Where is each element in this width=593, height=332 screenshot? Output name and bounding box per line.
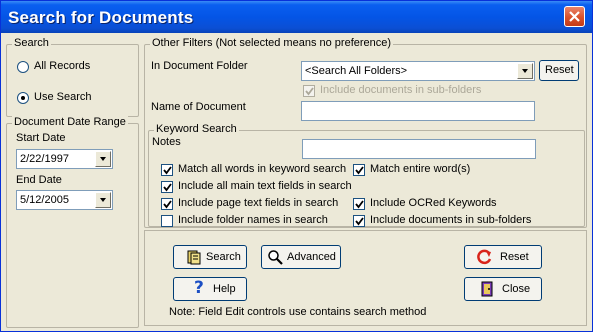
folder-value: <Search All Folders> bbox=[305, 65, 408, 77]
close-icon bbox=[569, 11, 580, 22]
window-title: Search for Documents bbox=[8, 8, 194, 27]
chevron-down-icon[interactable] bbox=[517, 63, 533, 79]
include-main-text-label[interactable]: Include all main text fields in search bbox=[178, 180, 352, 192]
start-date-label: Start Date bbox=[16, 132, 66, 144]
folder-reset-button[interactable]: Reset bbox=[539, 60, 579, 81]
chevron-down-icon[interactable] bbox=[95, 192, 111, 208]
title-bar[interactable]: Search for Documents bbox=[1, 1, 592, 33]
other-filters-group: Other Filters (Not selected means no pre… bbox=[144, 37, 587, 228]
check-icon bbox=[355, 217, 364, 226]
start-date-picker[interactable]: 2/22/1997 bbox=[16, 149, 113, 169]
search-group-legend: Search bbox=[12, 37, 51, 49]
close-window-button[interactable] bbox=[564, 6, 585, 27]
match-entire-word-label[interactable]: Match entire word(s) bbox=[370, 163, 470, 175]
start-date-value: 2/22/1997 bbox=[20, 153, 69, 165]
date-range-legend: Document Date Range bbox=[12, 116, 128, 128]
include-subfolders-label[interactable]: Include documents in sub-folders bbox=[370, 214, 531, 226]
search-icon bbox=[187, 250, 201, 265]
keyword-search-group: Keyword Search Notes Match all words in … bbox=[148, 123, 585, 227]
include-folder-names-checkbox[interactable] bbox=[161, 215, 173, 227]
search-button[interactable]: Search bbox=[173, 245, 247, 269]
check-icon bbox=[355, 200, 364, 209]
include-folder-names-label[interactable]: Include folder names in search bbox=[178, 214, 328, 226]
check-icon bbox=[163, 200, 172, 209]
chevron-down-icon[interactable] bbox=[95, 151, 111, 167]
magnifier-icon bbox=[268, 250, 283, 265]
include-ocr-keywords-checkbox[interactable] bbox=[353, 198, 365, 210]
end-date-value: 5/12/2005 bbox=[20, 194, 69, 206]
search-group: Search All Records Use Search bbox=[6, 37, 139, 117]
keyword-search-legend: Keyword Search bbox=[154, 123, 239, 135]
include-main-text-checkbox[interactable] bbox=[161, 181, 173, 193]
check-icon bbox=[305, 87, 314, 96]
help-button[interactable]: ? Help bbox=[173, 277, 247, 301]
include-subfolders-checkbox[interactable] bbox=[353, 215, 365, 227]
date-range-group: Document Date Range Start Date 2/22/1997… bbox=[6, 116, 139, 328]
end-date-picker[interactable]: 5/12/2005 bbox=[16, 190, 113, 210]
all-records-radio[interactable] bbox=[17, 61, 29, 73]
all-records-label[interactable]: All Records bbox=[34, 60, 90, 72]
dialog-body: Search All Records Use Search Document D… bbox=[4, 34, 589, 328]
match-entire-word-checkbox[interactable] bbox=[353, 164, 365, 176]
include-page-text-label[interactable]: Include page text fields in search bbox=[178, 197, 338, 209]
reset-icon bbox=[477, 249, 492, 265]
check-icon bbox=[355, 166, 364, 175]
match-all-words-checkbox[interactable] bbox=[161, 164, 173, 176]
door-exit-icon bbox=[481, 281, 493, 297]
use-search-radio[interactable] bbox=[17, 92, 29, 104]
advanced-button[interactable]: Advanced bbox=[261, 245, 341, 269]
other-filters-legend: Other Filters (Not selected means no pre… bbox=[150, 37, 394, 49]
reset-button[interactable]: Reset bbox=[464, 245, 542, 269]
notes-label: Notes bbox=[152, 136, 181, 148]
include-ocr-keywords-label[interactable]: Include OCRed Keywords bbox=[370, 197, 497, 209]
include-subfolders-label-disabled: Include documents in sub-folders bbox=[320, 84, 482, 96]
document-name-input[interactable] bbox=[301, 101, 535, 121]
include-page-text-checkbox[interactable] bbox=[161, 198, 173, 210]
folder-select[interactable]: <Search All Folders> bbox=[301, 61, 535, 81]
document-name-label: Name of Document bbox=[151, 101, 246, 113]
end-date-label: End Date bbox=[16, 174, 62, 186]
search-method-note: Note: Field Edit controls use contains s… bbox=[169, 306, 427, 318]
use-search-label[interactable]: Use Search bbox=[34, 91, 91, 103]
match-all-words-label[interactable]: Match all words in keyword search bbox=[178, 163, 346, 175]
check-icon bbox=[163, 166, 172, 175]
notes-input[interactable] bbox=[302, 139, 536, 159]
button-area: Search Advanced Reset ? Help Close Note:… bbox=[144, 230, 587, 326]
folder-label: In Document Folder bbox=[151, 60, 248, 72]
close-button[interactable]: Close bbox=[464, 277, 542, 301]
include-subfolders-checkbox-disabled[interactable] bbox=[303, 85, 315, 97]
search-dialog-window: Search for Documents Search All Records … bbox=[0, 0, 593, 332]
check-icon bbox=[163, 183, 172, 192]
help-icon: ? bbox=[194, 278, 204, 298]
